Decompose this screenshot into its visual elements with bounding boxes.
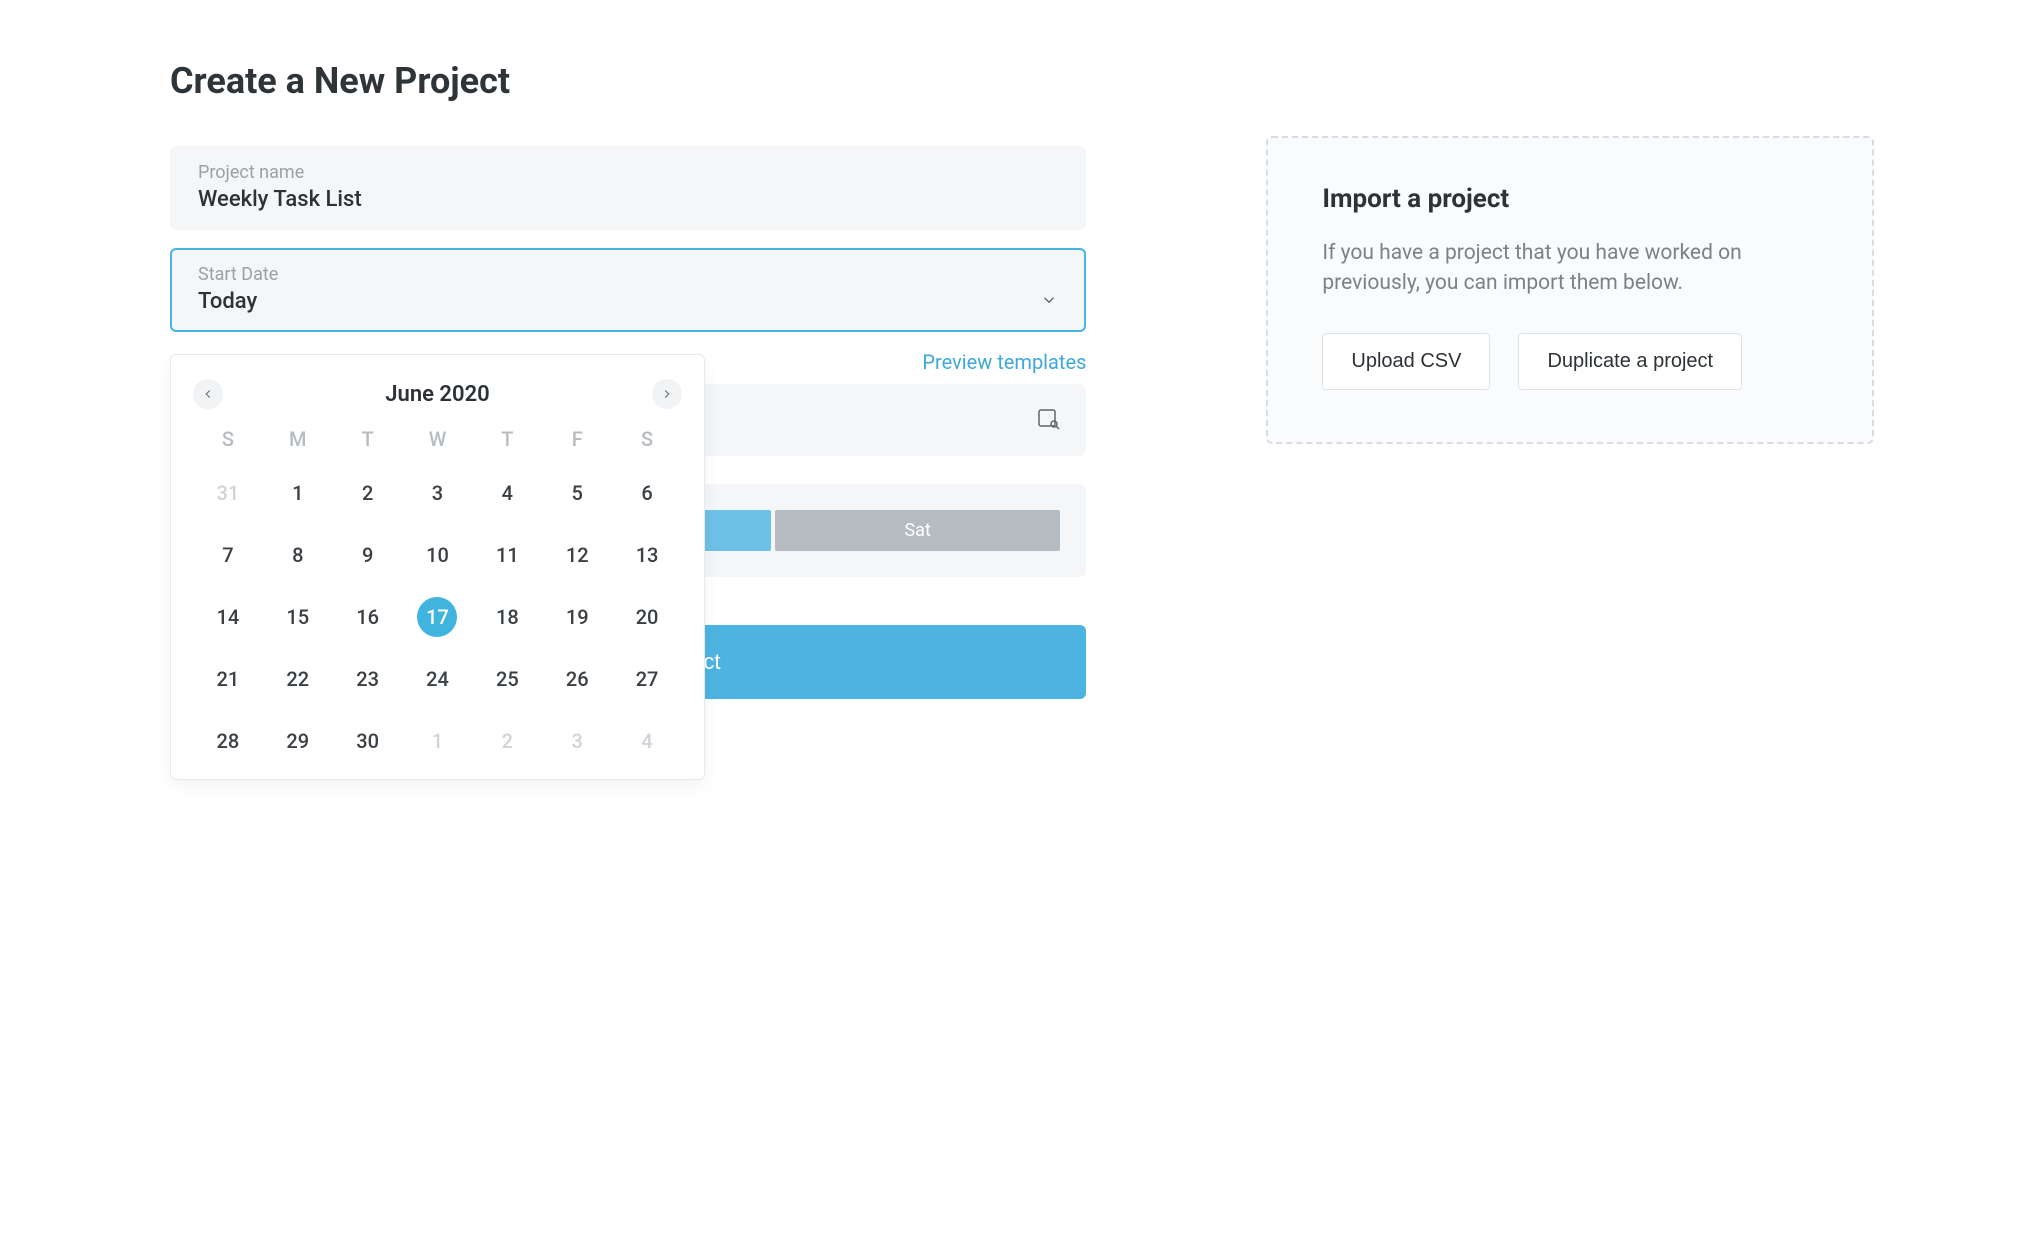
calendar-dow: T — [472, 427, 542, 451]
calendar-day[interactable]: 28 — [193, 721, 263, 761]
project-name-value: Weekly Task List — [198, 187, 1058, 212]
workday-chip[interactable]: Sat — [775, 510, 1060, 551]
start-date-value: Today — [198, 289, 257, 314]
calendar-prev-button[interactable] — [193, 379, 223, 409]
calendar-next-button[interactable] — [652, 379, 682, 409]
calendar-day[interactable]: 6 — [612, 473, 682, 513]
calendar-day[interactable]: 31 — [193, 473, 263, 513]
calendar-day[interactable]: 25 — [472, 659, 542, 699]
preview-templates-link[interactable]: Preview templates — [922, 350, 1086, 374]
calendar-dow: M — [263, 427, 333, 451]
project-name-field[interactable]: Project name Weekly Task List — [170, 146, 1086, 230]
start-date-label: Start Date — [198, 264, 1058, 285]
calendar-day[interactable]: 11 — [472, 535, 542, 575]
calendar-day[interactable]: 20 — [612, 597, 682, 637]
calendar-day[interactable]: 15 — [263, 597, 333, 637]
calendar-day[interactable]: 7 — [193, 535, 263, 575]
calendar-day[interactable]: 9 — [333, 535, 403, 575]
calendar-day[interactable]: 10 — [403, 535, 473, 575]
calendar-day[interactable]: 4 — [612, 721, 682, 761]
calendar-day[interactable]: 30 — [333, 721, 403, 761]
calendar-day[interactable]: 26 — [542, 659, 612, 699]
import-panel: Import a project If you have a project t… — [1266, 136, 1874, 444]
calendar-day[interactable]: 8 — [263, 535, 333, 575]
calendar-day[interactable]: 16 — [333, 597, 403, 637]
calendar-day[interactable]: 3 — [542, 721, 612, 761]
calendar-day[interactable]: 4 — [472, 473, 542, 513]
calendar-day[interactable]: 14 — [193, 597, 263, 637]
search-in-rect-icon[interactable] — [1036, 406, 1060, 434]
project-name-label: Project name — [198, 162, 1058, 183]
import-panel-title: Import a project — [1322, 184, 1818, 214]
calendar-day[interactable]: 12 — [542, 535, 612, 575]
import-panel-description: If you have a project that you have work… — [1322, 238, 1818, 299]
calendar-dow: S — [612, 427, 682, 451]
calendar-day[interactable]: 17 — [417, 597, 457, 637]
calendar-month-title: June 2020 — [385, 382, 489, 407]
calendar-dow: T — [333, 427, 403, 451]
calendar-popup: June 2020 SMTWTFS31123456789101112131415… — [170, 354, 705, 780]
chevron-down-icon[interactable] — [1040, 291, 1058, 313]
calendar-dow: S — [193, 427, 263, 451]
upload-csv-button[interactable]: Upload CSV — [1322, 333, 1490, 390]
calendar-day[interactable]: 22 — [263, 659, 333, 699]
calendar-day[interactable]: 24 — [403, 659, 473, 699]
calendar-day[interactable]: 1 — [263, 473, 333, 513]
calendar-day[interactable]: 13 — [612, 535, 682, 575]
duplicate-project-button[interactable]: Duplicate a project — [1518, 333, 1742, 390]
calendar-day[interactable]: 23 — [333, 659, 403, 699]
calendar-day[interactable]: 21 — [193, 659, 263, 699]
calendar-day[interactable]: 29 — [263, 721, 333, 761]
calendar-day[interactable]: 5 — [542, 473, 612, 513]
calendar-day[interactable]: 2 — [472, 721, 542, 761]
calendar-day[interactable]: 19 — [542, 597, 612, 637]
calendar-day[interactable]: 2 — [333, 473, 403, 513]
calendar-day[interactable]: 18 — [472, 597, 542, 637]
calendar-dow: F — [542, 427, 612, 451]
calendar-day[interactable]: 27 — [612, 659, 682, 699]
calendar-day[interactable]: 1 — [403, 721, 473, 761]
calendar-day[interactable]: 3 — [403, 473, 473, 513]
start-date-field[interactable]: Start Date Today — [170, 248, 1086, 332]
page-title: Create a New Project — [170, 60, 1086, 102]
calendar-dow: W — [403, 427, 473, 451]
